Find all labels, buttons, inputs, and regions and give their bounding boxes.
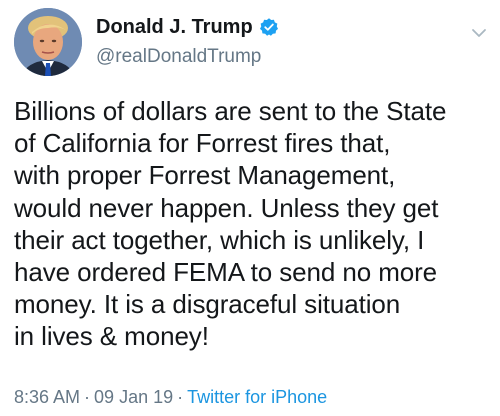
display-name[interactable]: Donald J. Trump <box>96 16 253 39</box>
tweet-card: Donald J. Trump @realDonaldTrump Billion… <box>0 0 500 416</box>
meta-separator: · <box>177 387 184 407</box>
tweet-date[interactable]: 09 Jan 19 <box>94 387 173 407</box>
tweet-time[interactable]: 8:36 AM <box>14 387 80 407</box>
chevron-down-icon[interactable] <box>468 22 490 44</box>
verified-badge-icon <box>259 18 278 36</box>
tweet-text: Billions of dollars are sent to the Stat… <box>14 96 447 352</box>
name-row: Donald J. Trump <box>96 14 456 40</box>
avatar[interactable] <box>14 8 82 76</box>
tweet-header: Donald J. Trump @realDonaldTrump <box>96 14 456 68</box>
tweet-meta: 8:36 AM · 09 Jan 19 · Twitter for iPhone <box>14 387 327 408</box>
tweet-source-link[interactable]: Twitter for iPhone <box>187 387 327 407</box>
user-handle[interactable]: @realDonaldTrump <box>96 46 456 68</box>
profile-photo-icon <box>14 8 82 76</box>
meta-separator: · <box>84 387 91 407</box>
